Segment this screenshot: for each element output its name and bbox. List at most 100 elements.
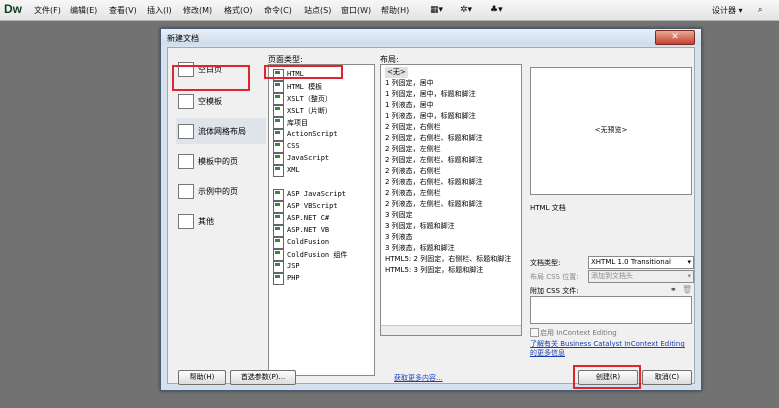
layout-item[interactable]: 2 列固定，右侧栏: [385, 122, 441, 133]
menu-format[interactable]: 格式(O): [224, 5, 253, 16]
new-document-dialog: 新建文档 ✕ 空白页 空模板 流体网格布局 模板中的页 示例中的页 其他 页面类…: [160, 28, 702, 391]
page-type-label: ColdFusion: [287, 238, 330, 246]
file-icon: [273, 153, 284, 165]
dialog-titlebar: 新建文档 ✕: [161, 29, 701, 45]
page-type-label: ASP.NET VB: [287, 226, 330, 234]
layout-item[interactable]: 1 列液态，居中，标题和脚注: [385, 111, 476, 122]
layout-item[interactable]: 1 列液态，居中: [385, 100, 434, 111]
menu-window[interactable]: 窗口(W): [341, 5, 371, 16]
template-page-icon: [178, 154, 194, 169]
category-label: 流体网格布局: [198, 127, 246, 136]
doctype-value: XHTML 1.0 Transitional: [591, 258, 671, 266]
layout-item[interactable]: 2 列固定，左侧栏: [385, 144, 441, 155]
preview-pane: <无预览>: [530, 67, 692, 195]
layout-css-select[interactable]: 添加到文档头 ▾: [588, 270, 694, 283]
doctype-select[interactable]: XHTML 1.0 Transitional ▾: [588, 256, 694, 269]
attach-css-label: 附加 CSS 文件:: [530, 287, 579, 295]
page-type-label: ActionScript: [287, 130, 338, 138]
menu-modify[interactable]: 修改(M): [183, 5, 212, 16]
menu-site[interactable]: 站点(S): [304, 5, 331, 16]
layout-item[interactable]: HTML5: 3 列固定，标题和脚注: [385, 265, 483, 276]
menu-bar: Dw 文件(F) 编辑(E) 查看(V) 插入(I) 修改(M) 格式(O) 命…: [0, 0, 779, 21]
doctype-label: 文档类型:: [530, 259, 561, 267]
other-icon: [178, 214, 194, 229]
file-icon: [273, 117, 284, 129]
document-description: HTML 文档: [530, 204, 566, 212]
file-icon: [273, 189, 284, 201]
incontext-label: 启用 InContext Editing: [540, 329, 617, 337]
attach-css-list[interactable]: [530, 296, 692, 324]
category-sample-page[interactable]: 示例中的页: [176, 178, 266, 204]
file-icon: [273, 225, 284, 237]
preferences-button[interactable]: 首选参数(P)...: [230, 370, 296, 385]
app-logo: Dw: [4, 2, 22, 16]
layout-list[interactable]: <无> 1 列固定，居中 1 列固定，居中，标题和脚注 1 列液态，居中 1 列…: [380, 64, 522, 336]
layout-item[interactable]: 2 列液态，左侧栏、标题和脚注: [385, 199, 483, 210]
layout-item[interactable]: 3 列液态: [385, 232, 413, 243]
page-type-label: ASP.NET C#: [287, 214, 330, 222]
blank-template-icon: [178, 94, 194, 109]
layout-item[interactable]: 2 列固定，左侧栏、标题和脚注: [385, 155, 483, 166]
layout-item[interactable]: 3 列液态，标题和脚注: [385, 243, 455, 254]
file-icon: [273, 165, 284, 177]
category-label: 示例中的页: [198, 187, 238, 196]
page-type-label: ASP VBScript: [287, 202, 338, 210]
file-icon: [273, 249, 284, 261]
file-icon: [273, 129, 284, 141]
layout-item[interactable]: 3 列固定: [385, 210, 413, 221]
sample-page-icon: [178, 184, 194, 199]
page-type-label: JSP: [287, 262, 300, 270]
layout-item[interactable]: 2 列液态，右侧栏: [385, 166, 441, 177]
file-icon: [273, 141, 284, 153]
menu-view[interactable]: 查看(V): [109, 5, 137, 16]
dialog-title: 新建文档: [167, 34, 199, 43]
chevron-down-icon: ▾: [687, 258, 691, 266]
layout-scrollbar[interactable]: [381, 325, 521, 335]
layout-css-label: 布局 CSS 位置:: [530, 273, 579, 281]
menu-insert[interactable]: 插入(I): [147, 5, 172, 16]
category-label: 其他: [198, 217, 214, 226]
layout-item[interactable]: 2 列液态，左侧栏: [385, 188, 441, 199]
page-type-label: XSLT（整页）: [287, 95, 332, 103]
site-icon[interactable]: ♣▾: [490, 5, 503, 15]
close-button[interactable]: ✕: [655, 30, 695, 45]
page-type-label: XML: [287, 166, 300, 174]
gear-icon[interactable]: ✲▾: [460, 5, 472, 15]
trash-icon[interactable]: 🗑: [682, 285, 692, 294]
fluid-grid-icon: [178, 124, 194, 139]
file-icon: [273, 237, 284, 249]
category-blank-template[interactable]: 空模板: [176, 88, 266, 114]
cancel-button[interactable]: 取消(C): [642, 370, 692, 385]
preview-text: <无预览>: [594, 126, 628, 134]
layout-item[interactable]: 1 列固定，居中: [385, 78, 434, 89]
menu-help[interactable]: 帮助(H): [381, 5, 409, 16]
category-label: 空模板: [198, 97, 222, 106]
layout-icon[interactable]: ▦▾: [430, 5, 443, 15]
menu-file[interactable]: 文件(F): [34, 5, 61, 16]
category-label: 模板中的页: [198, 157, 238, 166]
layout-item[interactable]: 2 列液态，右侧栏、标题和脚注: [385, 177, 483, 188]
category-template-page[interactable]: 模板中的页: [176, 148, 266, 174]
menu-command[interactable]: 命令(C): [264, 5, 292, 16]
workspace-switcher[interactable]: 设计器 ▾: [712, 5, 743, 16]
layout-item[interactable]: <无>: [385, 67, 408, 78]
file-icon: [273, 105, 284, 117]
highlight-box: [264, 65, 343, 79]
get-more-link[interactable]: 获取更多内容...: [394, 373, 443, 383]
menu-edit[interactable]: 编辑(E): [70, 5, 97, 16]
layout-item[interactable]: HTML5: 2 列固定，右侧栏、标题和脚注: [385, 254, 511, 265]
layout-item[interactable]: 2 列固定，右侧栏、标题和脚注: [385, 133, 483, 144]
page-type-label: ColdFusion 组件: [287, 251, 348, 259]
file-icon: [273, 213, 284, 225]
category-other[interactable]: 其他: [176, 208, 266, 234]
help-button[interactable]: 帮助(H): [178, 370, 226, 385]
link-icon[interactable]: ⚭: [670, 285, 677, 294]
page-type-list[interactable]: HTML HTML 模板 XSLT（整页） XSLT（片断） 库项目 Actio…: [268, 64, 375, 376]
incontext-checkbox[interactable]: [530, 328, 539, 337]
category-fluid-grid[interactable]: 流体网格布局: [176, 118, 266, 144]
layout-item[interactable]: 1 列固定，居中，标题和脚注: [385, 89, 476, 100]
layout-item[interactable]: 3 列固定，标题和脚注: [385, 221, 455, 232]
layout-css-value: 添加到文档头: [591, 272, 633, 280]
search-icon[interactable]: ⌕: [758, 5, 762, 15]
learn-more-link[interactable]: 了解有关 Business Catalyst InContext Editing…: [530, 340, 690, 358]
